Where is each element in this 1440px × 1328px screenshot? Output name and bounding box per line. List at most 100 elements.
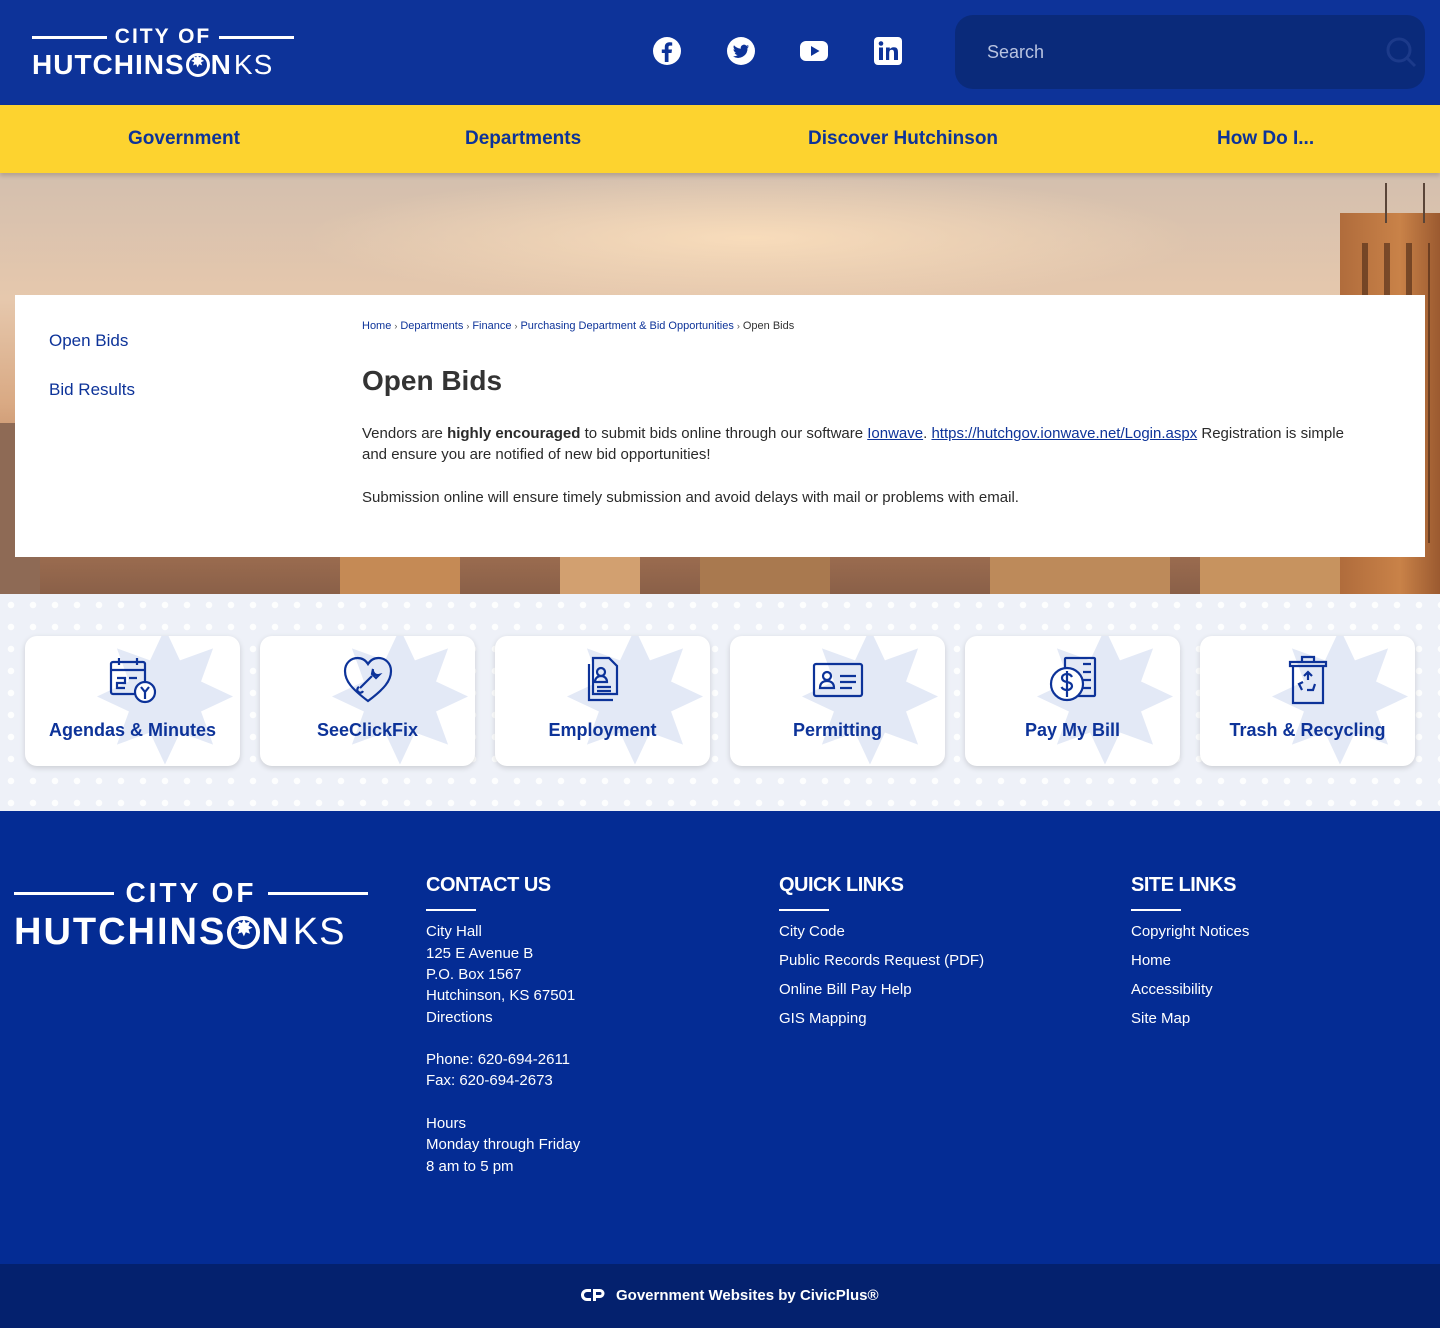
- main-nav: Government Departments Discover Hutchins…: [0, 105, 1440, 173]
- search-icon[interactable]: [1384, 35, 1418, 69]
- breadcrumb-separator: ›: [736, 321, 740, 331]
- site-link-copyright[interactable]: Copyright Notices: [1131, 921, 1249, 943]
- footer-logo[interactable]: CITY OF HUTCHINS N KS: [14, 878, 368, 952]
- site-link-site-map[interactable]: Site Map: [1131, 1008, 1190, 1030]
- quick-link-bill-pay-help[interactable]: Online Bill Pay Help: [779, 979, 912, 1001]
- tile-pay-my-bill[interactable]: ✸ Pay My Bill: [965, 636, 1180, 766]
- contact-fax: Fax: 620-694-2673: [426, 1072, 553, 1089]
- twitter-icon[interactable]: [726, 36, 756, 66]
- logo-city-of: CITY OF: [125, 877, 257, 908]
- logo-hutchinson-a: HUTCHINS: [14, 911, 227, 953]
- civicplus-text: Government Websites by CivicPlus®: [616, 1286, 879, 1304]
- search-input[interactable]: [973, 35, 1353, 69]
- logo-ks: KS: [233, 49, 274, 80]
- intro-text-b: to submit bids online through our softwa…: [580, 425, 868, 442]
- quick-link-gis-mapping[interactable]: GIS Mapping: [779, 1008, 867, 1030]
- site-links-divider: [1131, 909, 1181, 911]
- breadcrumb-current: Open Bids: [742, 320, 795, 332]
- ionwave-link[interactable]: Ionwave: [867, 425, 923, 442]
- site-link-accessibility[interactable]: Accessibility: [1131, 979, 1213, 1001]
- contact-us-heading: CONTACT US: [426, 874, 551, 896]
- intro-text-a: Vendors are: [362, 425, 448, 442]
- tile-label: Trash & Recycling: [1229, 720, 1386, 740]
- tile-label: Agendas & Minutes: [48, 720, 217, 740]
- dollar-bill-icon: [1049, 656, 1097, 702]
- documents-icon: [587, 656, 619, 702]
- contact-directions-link[interactable]: Directions: [426, 1007, 493, 1029]
- sky-glow: [300, 173, 1200, 303]
- tile-label: Permitting: [792, 720, 882, 740]
- logo-city-of: CITY OF: [114, 25, 212, 48]
- contact-city-state: Hutchinson, KS 67501: [426, 987, 576, 1004]
- recycle-bin-icon: [1288, 655, 1328, 705]
- submission-paragraph: Submission online will ensure timely sub…: [362, 489, 1019, 506]
- breadcrumb-home[interactable]: Home: [362, 320, 391, 332]
- facebook-icon[interactable]: [652, 36, 682, 66]
- breadcrumb-finance[interactable]: Finance: [472, 320, 511, 332]
- tile-trash-recycling[interactable]: ✸ Trash & Recycling: [1200, 636, 1415, 766]
- tile-seeclickfix[interactable]: ✸ SeeClickFix: [260, 636, 475, 766]
- breadcrumb: Home › Departments › Finance › Purchasing Depa…: [362, 320, 794, 332]
- logo-star-icon: [185, 52, 210, 77]
- quick-links-heading: QUICK LINKS: [779, 874, 904, 896]
- logo-bottom-line: HUTCHINS N KS: [32, 50, 294, 80]
- calendar-icon: [109, 658, 157, 704]
- search-box: [955, 15, 1425, 89]
- content-card: Open Bids Bid Results Home › Departments › F…: [15, 295, 1425, 557]
- tile-permitting[interactable]: ✸ Permitting: [730, 636, 945, 766]
- breadcrumb-departments[interactable]: Departments: [400, 320, 463, 332]
- logo-rule-right: [219, 35, 295, 39]
- civicplus-link[interactable]: Government Websites by CivicPlus®: [581, 1286, 879, 1304]
- civicplus-logo-icon: [581, 1289, 605, 1301]
- quick-link-public-records[interactable]: Public Records Request (PDF): [779, 950, 984, 972]
- contact-po-box: P.O. Box 1567: [426, 966, 522, 983]
- intro-paragraph: Vendors are highly encouraged to submit …: [362, 423, 1372, 465]
- footer-logo-bottom-line: HUTCHINS N KS: [14, 912, 368, 952]
- footer-bottom-bar: Government Websites by CivicPlus®: [0, 1264, 1440, 1328]
- site-footer: CITY OF HUTCHINS N KS CONTACT US City Ha…: [0, 811, 1440, 1264]
- nav-item-government[interactable]: Government: [128, 105, 240, 173]
- youtube-icon[interactable]: [799, 36, 829, 66]
- logo-rule-left: [32, 35, 107, 39]
- footer-logo-top-line: CITY OF: [14, 878, 368, 908]
- logo-rule-left: [14, 891, 114, 895]
- tile-agendas-minutes[interactable]: ✸ Agendas & Minutes: [25, 636, 240, 766]
- nav-item-how-do-i[interactable]: How Do I...: [1217, 105, 1314, 173]
- heart-wrench-icon: [343, 656, 393, 703]
- nav-item-discover-hutchinson[interactable]: Discover Hutchinson: [808, 105, 998, 173]
- tile-employment[interactable]: ✸ Employment: [495, 636, 710, 766]
- sidebar-item-open-bids[interactable]: Open Bids: [49, 331, 128, 351]
- breadcrumb-separator: ›: [394, 321, 398, 331]
- building-antenna: [1385, 183, 1425, 223]
- contact-hours-time: 8 am to 5 pm: [426, 1158, 514, 1175]
- quick-link-city-code[interactable]: City Code: [779, 921, 845, 943]
- id-card-icon: [812, 662, 864, 698]
- contact-hours-title: Hours: [426, 1115, 467, 1132]
- contact-city-hall: City Hall: [426, 923, 482, 940]
- logo-hutchinson-a: HUTCHINS: [32, 49, 185, 80]
- logo-star-icon: [227, 915, 261, 949]
- page-title: Open Bids: [362, 365, 503, 396]
- linkedin-icon[interactable]: [873, 36, 903, 66]
- nav-item-departments[interactable]: Departments: [465, 105, 581, 173]
- ionwave-login-link[interactable]: https://hutchgov.ionwave.net/Login.aspx: [931, 425, 1197, 442]
- breadcrumb-purchasing[interactable]: Purchasing Department & Bid Opportunitie…: [520, 320, 733, 332]
- tile-label: Pay My Bill: [1024, 720, 1121, 740]
- site-logo[interactable]: CITY OF HUTCHINS N KS: [32, 25, 295, 80]
- breadcrumb-separator: ›: [514, 321, 518, 331]
- logo-rule-right: [268, 891, 368, 895]
- sidebar-item-bid-results[interactable]: Bid Results: [49, 380, 135, 400]
- quick-links-divider: [779, 909, 829, 911]
- site-link-home[interactable]: Home: [1131, 950, 1171, 972]
- contact-divider: [426, 909, 476, 911]
- building-rooftop-3: [700, 551, 830, 594]
- contact-phone: Phone: 620-694-2611: [426, 1051, 571, 1068]
- building-rooftop-1: [340, 553, 460, 594]
- contact-hours-days: Monday through Friday: [426, 1136, 581, 1153]
- building-rooftop-4: [990, 553, 1170, 594]
- logo-ks: KS: [292, 911, 346, 953]
- logo-top-line: CITY OF: [32, 25, 295, 48]
- logo-hutchinson-b: N: [210, 49, 232, 80]
- contact-street: 125 E Avenue B: [426, 945, 534, 962]
- site-links-heading: SITE LINKS: [1131, 874, 1237, 896]
